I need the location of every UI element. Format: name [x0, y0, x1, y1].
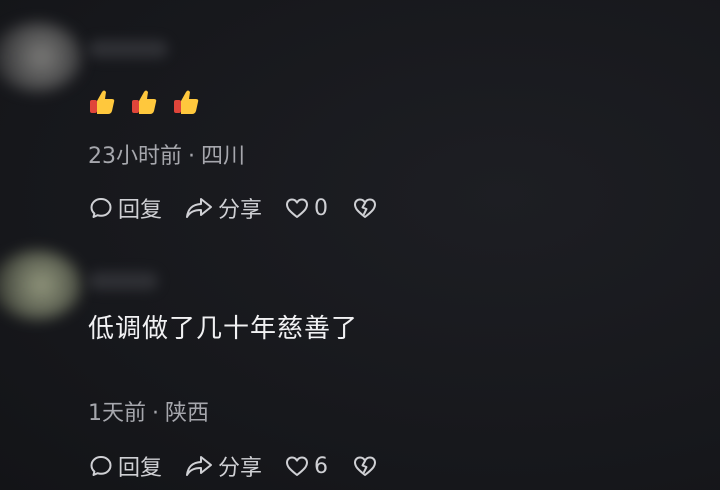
- username-blurred: [88, 40, 168, 58]
- share-button[interactable]: 分享: [184, 192, 262, 224]
- comment-location: 陕西: [165, 401, 210, 426]
- reply-label: 回复: [118, 198, 163, 223]
- reply-button[interactable]: 回复: [88, 450, 162, 482]
- avatar[interactable]: [0, 22, 82, 92]
- comment-meta: 23小时前 · 四川: [88, 138, 245, 170]
- heart-icon: [286, 198, 309, 218]
- thumbs-up-emoji-icon: [132, 90, 157, 114]
- reply-bubble-icon: [90, 198, 112, 218]
- share-label: 分享: [218, 198, 263, 223]
- comment-location: 四川: [201, 144, 246, 169]
- share-label: 分享: [218, 456, 263, 481]
- comment-meta: 1天前 · 陕西: [88, 395, 209, 427]
- comment-actions: 回复 分享 6: [88, 450, 382, 482]
- comment-content: [88, 88, 200, 116]
- thumbs-up-emoji-icon: [174, 90, 199, 114]
- share-button[interactable]: 分享: [184, 450, 262, 482]
- heart-icon: [286, 456, 309, 476]
- broken-heart-icon: [354, 456, 377, 476]
- like-button[interactable]: 6: [284, 453, 328, 479]
- comment-item: 低调做了几十年慈善了 1天前 · 陕西 回复 分享 6: [0, 240, 720, 490]
- reply-button[interactable]: 回复: [88, 192, 162, 224]
- broken-heart-icon: [354, 198, 377, 218]
- meta-separator: ·: [188, 144, 195, 169]
- meta-separator: ·: [152, 401, 159, 426]
- comment-item: 23小时前 · 四川 回复 分享 0: [0, 0, 720, 240]
- username-blurred: [88, 272, 158, 290]
- like-button[interactable]: 0: [284, 195, 328, 221]
- comment-actions: 回复 分享 0: [88, 192, 382, 224]
- dislike-button[interactable]: [352, 195, 382, 221]
- thumbs-up-emoji-icon: [90, 90, 115, 114]
- comment-content: 低调做了几十年慈善了: [88, 314, 359, 344]
- like-count: 0: [314, 195, 329, 221]
- comment-list: 23小时前 · 四川 回复 分享 0 低调做了几十年慈善了 1天前 · 陕西 回…: [0, 0, 720, 490]
- avatar[interactable]: [0, 250, 82, 320]
- like-count: 6: [314, 453, 329, 479]
- comment-time: 23小时前: [88, 144, 182, 169]
- reply-bubble-icon: [90, 456, 112, 476]
- reply-label: 回复: [118, 456, 163, 481]
- comment-time: 1天前: [88, 401, 146, 426]
- dislike-button[interactable]: [352, 453, 382, 479]
- share-arrow-icon: [186, 198, 213, 218]
- share-arrow-icon: [186, 456, 213, 476]
